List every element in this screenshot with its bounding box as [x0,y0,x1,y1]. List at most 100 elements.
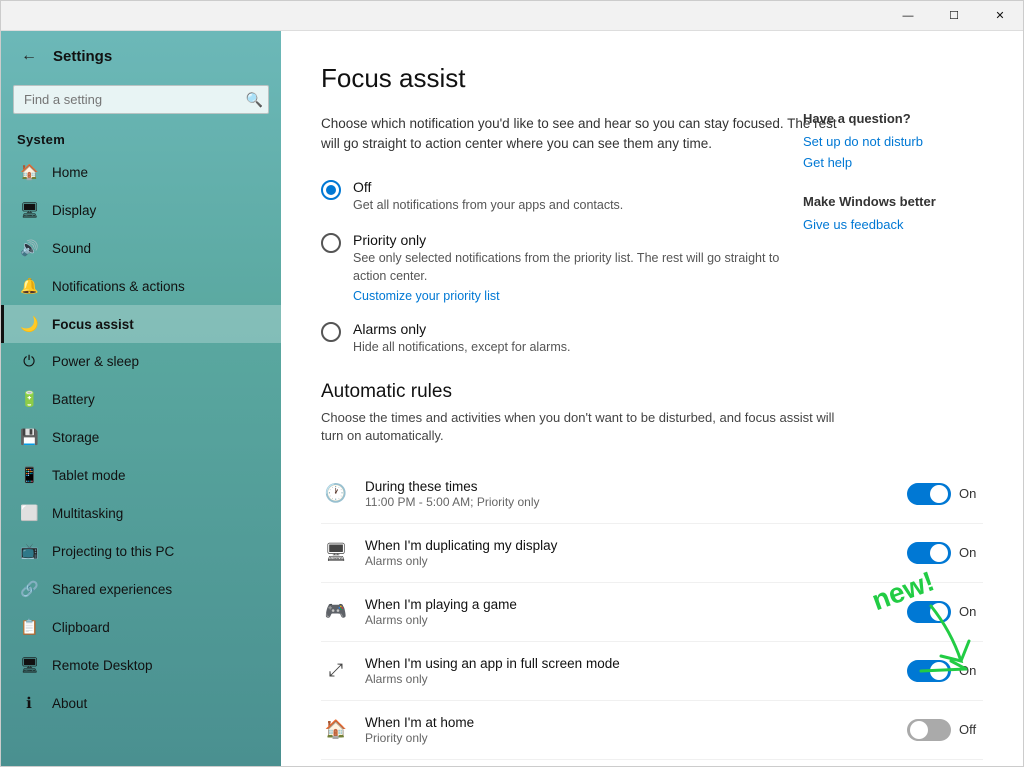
rule-duplicating-display: 🖥 When I'm duplicating my display Alarms… [321,524,983,583]
rule-text-at-home: When I'm at home Priority only [365,715,893,745]
sidebar-item-notifications[interactable]: 🔔Notifications & actions [1,267,281,305]
radio-button-alarms-only[interactable] [321,322,341,342]
toggle-knob-duplicating-display [930,544,948,562]
radio-inner-dot [326,185,336,195]
rule-text-during-times: During these times 11:00 PM - 5:00 AM; P… [365,479,893,509]
rule-full-screen: ⤢ When I'm using an app in full screen m… [321,642,983,701]
minimize-button[interactable]: — [885,1,931,31]
radio-text-priority-only: Priority only See only selected notifica… [353,232,813,303]
rule-text-playing-game: When I'm playing a game Alarms only [365,597,893,627]
notifications-icon: 🔔 [20,277,38,295]
rule-title-at-home: When I'm at home [365,715,893,730]
sidebar-item-label: Home [52,165,88,180]
sidebar-item-label: Tablet mode [52,468,126,483]
playing-game-icon: 🎮 [321,601,351,622]
help-links: Set up do not disturb Get help [803,134,983,170]
sidebar-item-about[interactable]: ℹAbout [1,684,281,722]
radio-label-priority-only: Priority only [353,232,813,248]
sound-icon: 🔊 [20,239,38,257]
sidebar-item-remote-desktop[interactable]: 🖥Remote Desktop [1,646,281,684]
search-input[interactable] [13,85,269,114]
rules-list: 🕐 During these times 11:00 PM - 5:00 AM;… [321,465,983,760]
titlebar: — ☐ ✕ [1,1,1023,31]
right-panel: Have a question? Set up do not disturb Ge… [803,111,983,256]
radio-label-off: Off [353,179,623,195]
sidebar-item-battery[interactable]: 🔋Battery [1,380,281,418]
focus-assist-icon: 🌙 [20,315,38,333]
toggle-label-playing-game: On [959,604,983,619]
clipboard-icon: 📋 [20,618,38,636]
sidebar-item-clipboard[interactable]: 📋 Clipboard [1,608,281,646]
toggle-full-screen[interactable] [907,660,951,682]
sidebar-item-projecting[interactable]: 📺Projecting to this PC [1,532,281,570]
sidebar-item-label: Battery [52,392,95,407]
help-heading: Have a question? [803,111,983,126]
sidebar-item-power-sleep[interactable]: ⏻ Power & sleep [1,343,281,380]
search-icon[interactable]: 🔍 [246,91,263,108]
about-icon: ℹ [20,694,38,712]
radio-text-alarms-only: Alarms only Hide all notifications, exce… [353,321,570,357]
sidebar-item-label: Power & sleep [52,354,139,369]
sidebar-item-label: Focus assist [52,317,134,332]
display-icon: 🖥 [20,201,38,219]
sidebar-header: ← Settings [1,31,281,81]
rule-during-times: 🕐 During these times 11:00 PM - 5:00 AM;… [321,465,983,524]
help-link[interactable]: Get help [803,155,983,170]
feedback-link[interactable]: Give us feedback [803,217,983,232]
sidebar-item-focus-assist[interactable]: 🌙 Focus assist [1,305,281,343]
sidebar-item-home[interactable]: 🏠 Home [1,153,281,191]
sidebar: ← Settings 🔍 System 🏠 Home 🖥 Display 🔊 Sound 🔔… [1,31,281,766]
maximize-button[interactable]: ☐ [931,1,977,31]
toggle-knob-during-times [930,485,948,503]
toggle-at-home[interactable] [907,719,951,741]
automatic-rules-heading: Automatic rules [321,381,983,403]
radio-priority-link[interactable]: Customize your priority list [353,289,813,303]
rule-at-home: 🏠 When I'm at home Priority only Off [321,701,983,760]
rule-title-full-screen: When I'm using an app in full screen mod… [365,656,893,671]
sidebar-item-label: Clipboard [52,620,110,635]
rule-subtitle-during-times: 11:00 PM - 5:00 AM; Priority only [365,495,893,509]
toggle-duplicating-display[interactable] [907,542,951,564]
multitasking-icon: ⬜ [20,504,38,522]
automatic-rules-desc: Choose the times and activities when you… [321,409,841,445]
sidebar-item-label: Storage [52,430,99,445]
sidebar-item-display[interactable]: 🖥 Display [1,191,281,229]
radio-button-priority-only[interactable] [321,233,341,253]
toggle-knob-playing-game [930,603,948,621]
sidebar-item-label: Sound [52,241,91,256]
help-link[interactable]: Set up do not disturb [803,134,983,149]
tablet-mode-icon: 📱 [20,466,38,484]
rule-subtitle-playing-game: Alarms only [365,613,893,627]
back-button[interactable]: ← [17,43,41,69]
home-icon: 🏠 [20,163,38,181]
sidebar-section-label: System [1,122,281,153]
shared-experiences-icon: 🔗 [20,580,38,598]
rule-subtitle-full-screen: Alarms only [365,672,893,686]
radio-sublabel-off: Get all notifications from your apps and… [353,197,623,215]
toggle-knob-at-home [910,721,928,739]
sidebar-item-sound[interactable]: 🔊 Sound [1,229,281,267]
help-section: Have a question? Set up do not disturb Ge… [803,111,983,170]
sidebar-item-tablet-mode[interactable]: 📱 Tablet mode [1,456,281,494]
rule-title-duplicating-display: When I'm duplicating my display [365,538,893,553]
duplicating-display-icon: 🖥 [321,542,351,563]
sidebar-item-label: Remote Desktop [52,658,153,673]
close-button[interactable]: ✕ [977,1,1023,31]
sidebar-item-storage[interactable]: 💾Storage [1,418,281,456]
rule-title-playing-game: When I'm playing a game [365,597,893,612]
sidebar-item-multitasking[interactable]: ⬜Multitasking [1,494,281,532]
toggle-label-at-home: Off [959,722,983,737]
radio-alarms-only[interactable]: Alarms only Hide all notifications, exce… [321,321,983,357]
radio-sublabel-alarms-only: Hide all notifications, except for alarm… [353,339,570,357]
sidebar-item-label: Display [52,203,96,218]
rule-title-during-times: During these times [365,479,893,494]
power-sleep-icon: ⏻ [20,353,38,370]
toggle-during-times[interactable] [907,483,951,505]
radio-text-off: Off Get all notifications from your apps… [353,179,623,215]
radio-button-off[interactable] [321,180,341,200]
feedback-links: Give us feedback [803,217,983,232]
toggle-playing-game[interactable] [907,601,951,623]
sidebar-nav: 🏠 Home 🖥 Display 🔊 Sound 🔔Notifications & acti… [1,153,281,722]
at-home-icon: 🏠 [321,719,351,740]
sidebar-item-shared-experiences[interactable]: 🔗Shared experiences [1,570,281,608]
